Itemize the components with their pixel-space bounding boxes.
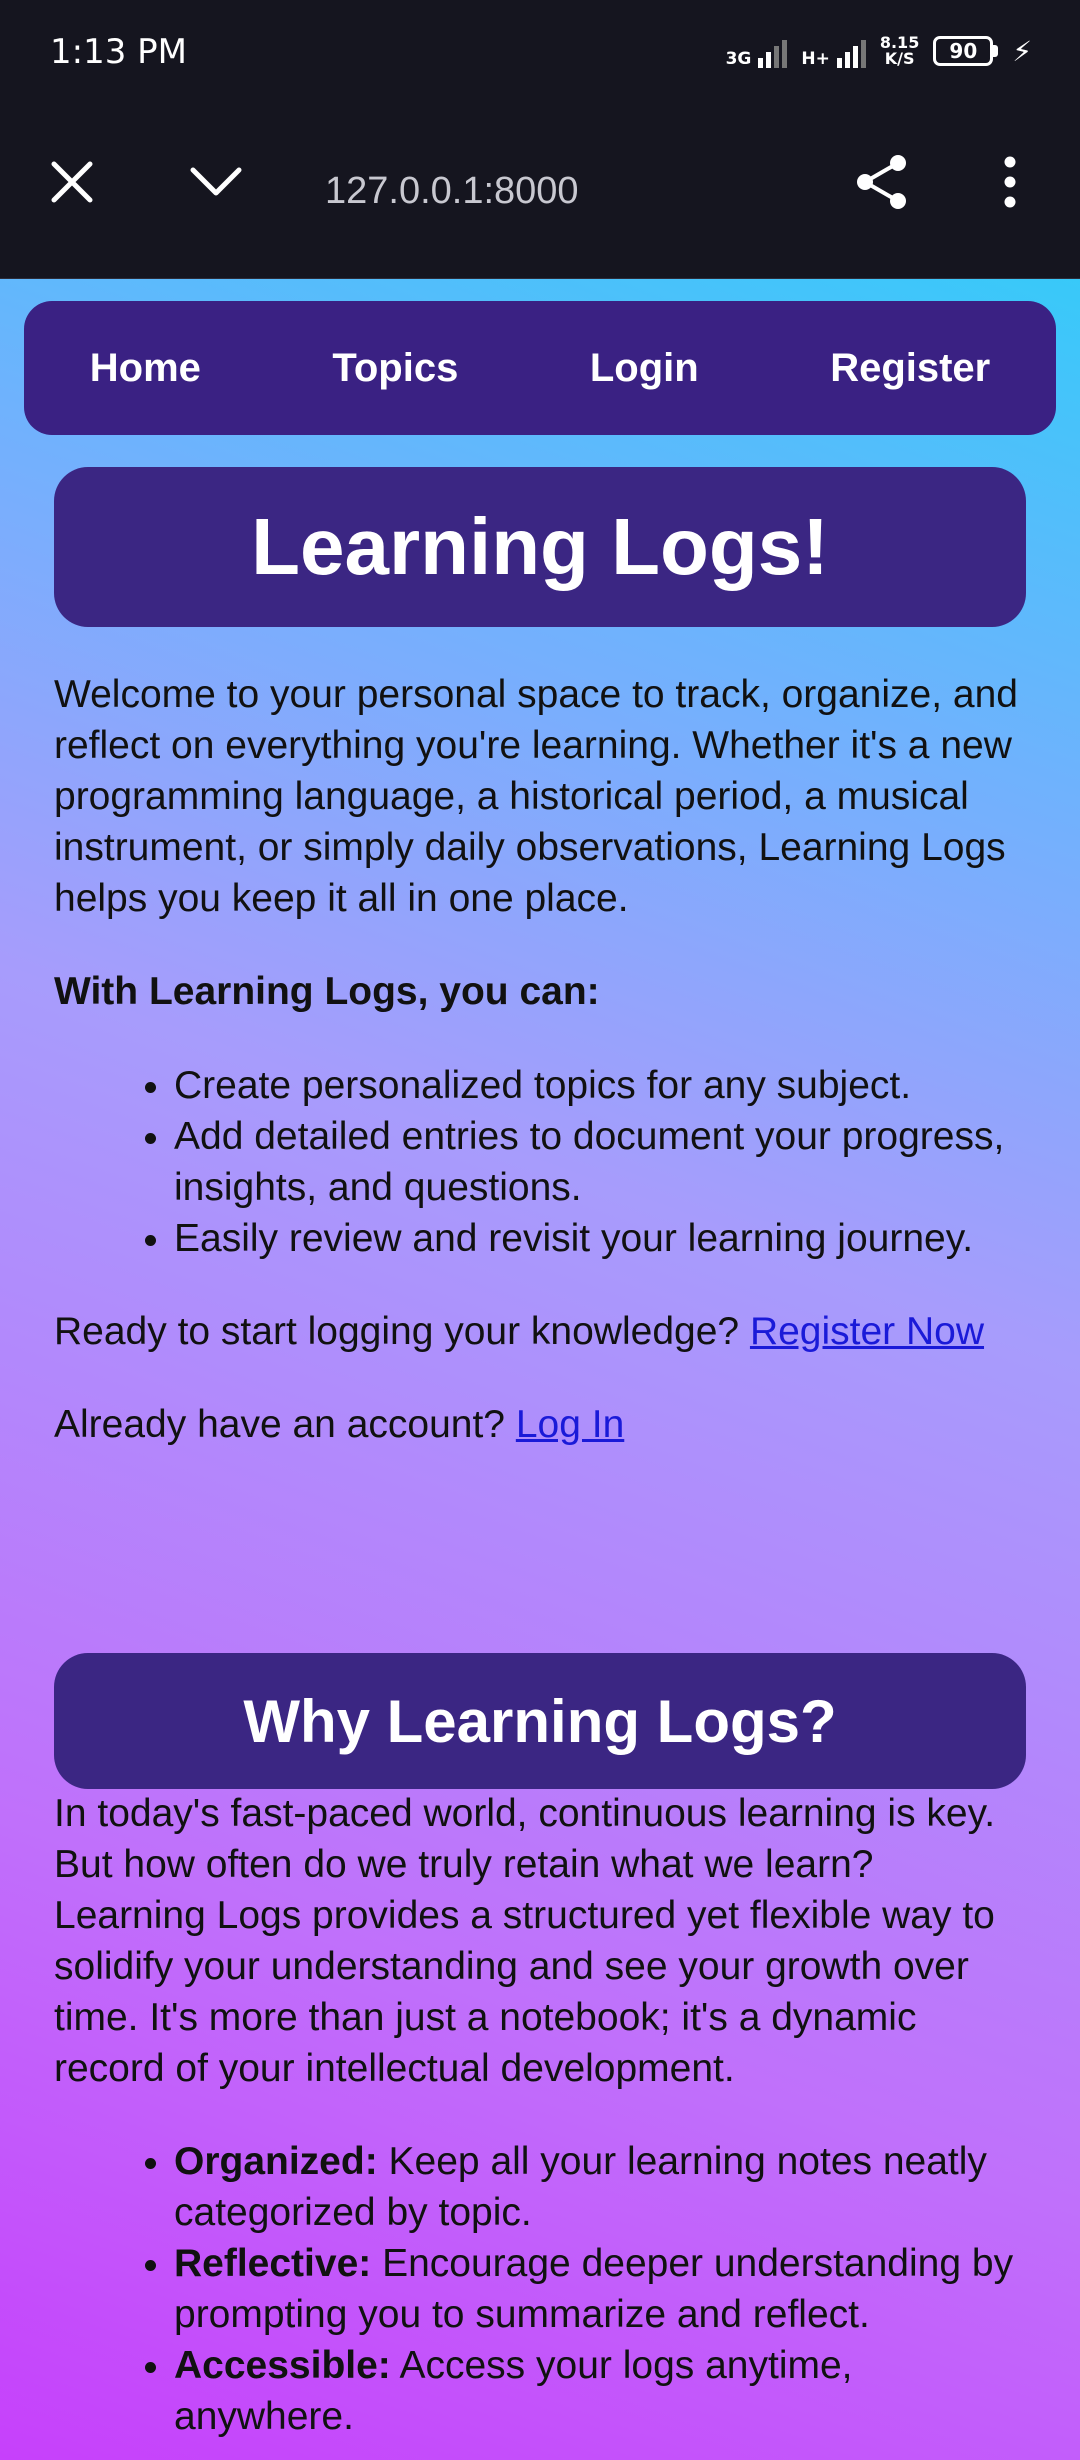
close-icon[interactable] (42, 152, 102, 212)
status-icons: 3G H+ 8.15 K/S 90 ⚡ (726, 34, 1032, 68)
battery-icon: 90 (933, 36, 999, 66)
features-list: Create personalized topics for any subje… (54, 1060, 1034, 1264)
nav-login[interactable]: Login (570, 340, 719, 397)
signal-icon-2: H+ (801, 34, 866, 69)
benefit-label: Reflective: (174, 2242, 372, 2285)
network-speed: 8.15 K/S (880, 35, 919, 67)
status-time: 1:13 PM (50, 32, 187, 72)
benefits-list: Organized: Keep all your learning notes … (54, 2136, 1034, 2442)
charging-icon: ⚡ (1012, 34, 1032, 68)
register-now-link[interactable]: Register Now (750, 1310, 984, 1353)
network-type-1: 3G (725, 49, 752, 69)
list-item: Organized: Keep all your learning notes … (174, 2136, 1034, 2238)
register-prompt: Ready to start logging your knowledge? (54, 1310, 740, 1353)
list-item: Reflective: Encourage deeper understandi… (174, 2238, 1034, 2340)
intro-section: Welcome to your personal space to track,… (54, 669, 1034, 1450)
list-item: Accessible: Access your logs anytime, an… (174, 2340, 1034, 2442)
list-item: Add detailed entries to document your pr… (174, 1111, 1034, 1213)
why-section: In today's fast-paced world, continuous … (54, 1788, 1034, 2442)
benefit-label: Organized: (174, 2140, 378, 2183)
list-item: Create personalized topics for any subje… (174, 1060, 1034, 1111)
web-page: Home Topics Login Register Learning Logs… (0, 279, 1080, 2460)
network-type-2: H+ (801, 49, 830, 69)
chevron-down-icon[interactable] (186, 152, 246, 212)
url-bar[interactable]: 127.0.0.1:8000 (325, 170, 579, 213)
top-navigation: Home Topics Login Register (24, 301, 1056, 435)
intro-text: Welcome to your personal space to track,… (54, 673, 1018, 920)
nav-home[interactable]: Home (70, 340, 221, 397)
share-icon[interactable] (852, 152, 912, 212)
login-prompt: Already have an account? (54, 1403, 505, 1446)
why-heading: Why Learning Logs? (54, 1653, 1026, 1789)
register-prompt-line: Ready to start logging your knowledge? R… (54, 1306, 1034, 1357)
more-options-icon[interactable] (980, 152, 1040, 212)
browser-toolbar: 127.0.0.1:8000 (0, 110, 1080, 280)
speed-unit: K/S (884, 49, 915, 68)
benefit-label: Accessible: (174, 2344, 391, 2387)
nav-register[interactable]: Register (810, 340, 1010, 397)
features-heading: With Learning Logs, you can: (54, 970, 600, 1013)
nav-topics[interactable]: Topics (312, 340, 478, 397)
signal-icon: 3G (726, 34, 788, 68)
list-item: Easily review and revisit your learning … (174, 1213, 1034, 1264)
status-bar: 1:13 PM 3G H+ 8.15 K/S 90 ⚡ (0, 0, 1080, 110)
log-in-link[interactable]: Log In (516, 1403, 624, 1446)
why-text: In today's fast-paced world, continuous … (54, 1792, 996, 2090)
page-title: Learning Logs! (54, 467, 1026, 627)
login-prompt-line: Already have an account? Log In (54, 1399, 1034, 1450)
battery-level: 90 (933, 36, 994, 66)
